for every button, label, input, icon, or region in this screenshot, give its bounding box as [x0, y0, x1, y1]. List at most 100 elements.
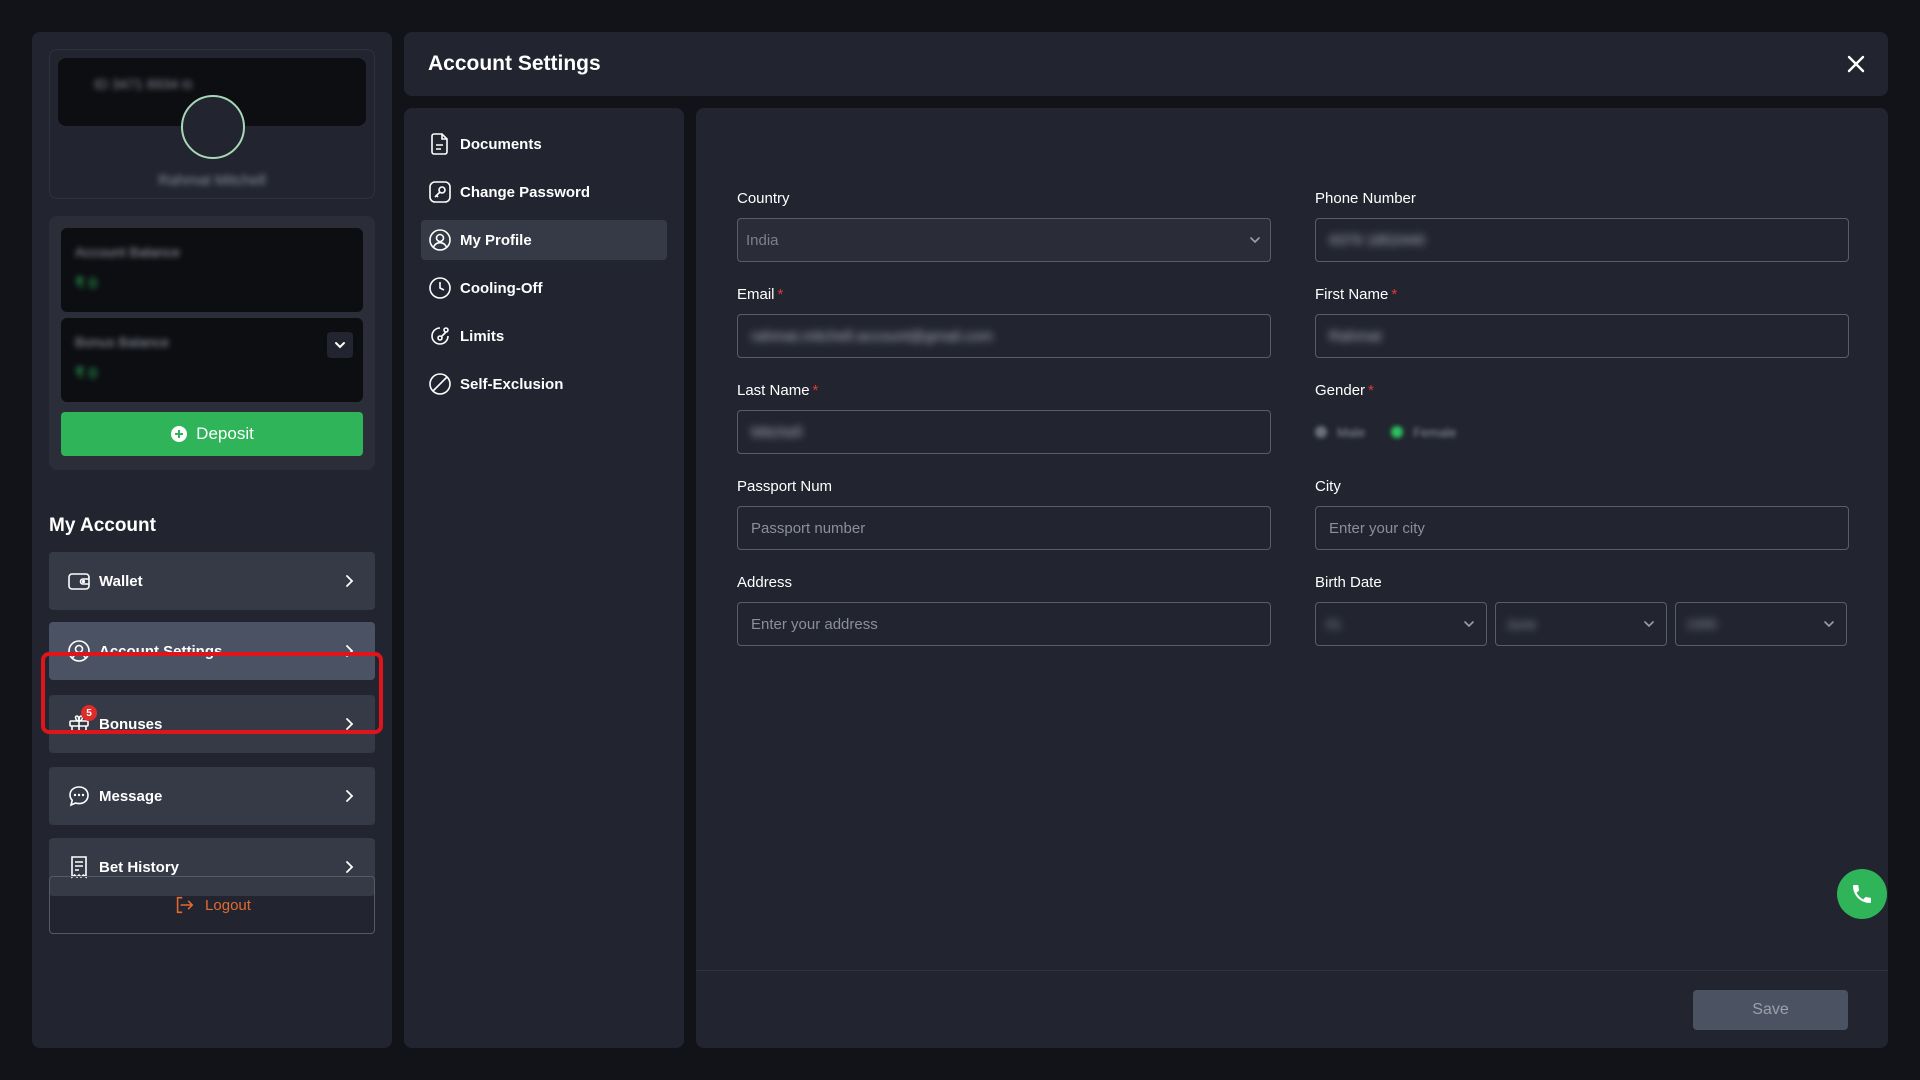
- phone-label: Phone Number: [1315, 190, 1416, 207]
- phone-icon: [1853, 885, 1871, 903]
- phone-value: 9379 1852440: [1329, 231, 1425, 249]
- address-placeholder: Enter your address: [751, 615, 878, 633]
- user-id[interactable]: ID 3471 8934 ⧉: [94, 76, 192, 93]
- address-label: Address: [737, 574, 793, 591]
- tab-self-exclusion[interactable]: Self-Exclusion: [421, 364, 667, 404]
- email-input[interactable]: rahmat.mitchell.account@gmail.com: [737, 314, 1271, 358]
- gender-radio-group: Male Female: [1315, 410, 1849, 454]
- phone-input[interactable]: 9379 1852440: [1315, 218, 1849, 262]
- tab-label: Cooling-Off: [460, 279, 543, 297]
- gender-label: Gender *: [1315, 382, 1374, 399]
- form-divider: [696, 970, 1888, 971]
- chevron-down-icon: [335, 342, 345, 349]
- sidebar-item-wallet[interactable]: Wallet: [49, 552, 375, 610]
- sidebar-item-bonuses[interactable]: 5 Bonuses: [49, 695, 375, 753]
- sidebar-item-label: Bet History: [99, 858, 180, 876]
- tab-cooling-off[interactable]: Cooling-Off: [421, 268, 667, 308]
- deposit-button[interactable]: Deposit: [61, 412, 363, 456]
- message-icon: [67, 784, 91, 808]
- chevron-down-icon: [1464, 621, 1474, 628]
- sidebar-item-label: Account Settings: [99, 642, 223, 660]
- sidebar-item-account-settings[interactable]: Account Settings: [49, 622, 375, 680]
- chevron-right-icon: [346, 861, 354, 873]
- gender-option-female: Female: [1413, 424, 1457, 440]
- last-name-label: Last Name *: [737, 382, 819, 399]
- ban-icon: [429, 373, 451, 395]
- tab-label: Limits: [460, 327, 505, 345]
- email-field: Email * rahmat.mitchell.account@gmail.com: [737, 286, 1271, 358]
- last-name-field: Last Name * Mitchell: [737, 382, 1271, 454]
- my-account-heading: My Account: [49, 515, 156, 536]
- account-balance-value: ₹ 0: [75, 275, 98, 292]
- passport-input[interactable]: Passport number: [737, 506, 1271, 550]
- wallet-icon: [67, 569, 91, 593]
- address-field: Address Enter your address: [737, 574, 1271, 646]
- page-title: Account Settings: [428, 52, 601, 75]
- gender-option-male: Male: [1337, 424, 1366, 440]
- settings-header: Account Settings: [404, 32, 1888, 96]
- profile-form: Country India Phone Number 9379 1852440 …: [696, 108, 1888, 1048]
- email-label: Email *: [737, 286, 784, 303]
- chevron-down-icon: [1824, 621, 1834, 628]
- user-circle-icon: [429, 229, 451, 251]
- birth-month-select[interactable]: June: [1495, 602, 1667, 646]
- avatar[interactable]: [181, 95, 245, 159]
- country-value: India: [746, 231, 779, 249]
- close-icon[interactable]: [1846, 54, 1866, 74]
- birth-year-select[interactable]: 1995: [1675, 602, 1847, 646]
- email-value: rahmat.mitchell.account@gmail.com: [751, 327, 993, 345]
- tab-label: Self-Exclusion: [460, 375, 564, 393]
- chevron-right-icon: [346, 645, 354, 657]
- document-icon: [431, 133, 448, 155]
- support-call-button[interactable]: [1837, 869, 1887, 919]
- tab-my-profile[interactable]: My Profile: [421, 220, 667, 260]
- sidebar-item-label: Bonuses: [99, 715, 163, 733]
- sidebar: ID 3471 8934 ⧉ Rahmat Mitchell Account B…: [32, 32, 392, 1048]
- bonus-balance-box: Bonus Balance ₹ 0: [61, 318, 363, 402]
- tab-limits[interactable]: Limits: [421, 316, 667, 356]
- key-icon: [429, 181, 451, 203]
- balance-expand-button[interactable]: [327, 332, 353, 358]
- tab-label: Documents: [460, 135, 542, 153]
- passport-placeholder: Passport number: [751, 519, 866, 537]
- gender-radio-male[interactable]: [1315, 426, 1327, 438]
- gender-radio-female[interactable]: [1391, 426, 1404, 438]
- chevron-right-icon: [346, 718, 354, 730]
- city-input[interactable]: Enter your city: [1315, 506, 1849, 550]
- logout-icon: [176, 896, 194, 914]
- tab-change-password[interactable]: Change Password: [421, 172, 667, 212]
- country-label: Country: [737, 190, 790, 207]
- first-name-field: First Name * Rahmat: [1315, 286, 1849, 358]
- logout-label: Logout: [205, 896, 251, 914]
- settings-nav: Documents Change Password My Profile Coo…: [404, 108, 684, 1048]
- tab-documents[interactable]: Documents: [421, 124, 667, 164]
- logout-button[interactable]: Logout: [49, 876, 375, 934]
- birth-date-selects: 01 June 1995: [1315, 602, 1849, 646]
- first-name-label: First Name *: [1315, 286, 1398, 303]
- tab-label: Change Password: [460, 183, 591, 201]
- address-input[interactable]: Enter your address: [737, 602, 1271, 646]
- bonus-balance-value: ₹ 0: [75, 365, 98, 382]
- account-balance-label: Account Balance: [75, 244, 181, 260]
- first-name-input[interactable]: Rahmat: [1315, 314, 1849, 358]
- city-label: City: [1315, 478, 1341, 495]
- gift-icon: 5: [67, 705, 97, 736]
- chevron-right-icon: [346, 575, 354, 587]
- profile-name: Rahmat Mitchell: [158, 172, 266, 189]
- passport-label: Passport Num: [737, 478, 833, 495]
- last-name-input[interactable]: Mitchell: [737, 410, 1271, 454]
- sidebar-item-message[interactable]: Message: [49, 767, 375, 825]
- save-button[interactable]: Save: [1693, 990, 1848, 1030]
- sidebar-item-label: Message: [99, 787, 163, 805]
- country-field: Country India: [737, 190, 1271, 262]
- gender-field: Gender * Male Female: [1315, 382, 1849, 454]
- birth-day-select[interactable]: 01: [1315, 602, 1487, 646]
- first-name-value: Rahmat: [1329, 327, 1382, 345]
- country-select[interactable]: India: [737, 218, 1271, 262]
- last-name-value: Mitchell: [751, 423, 802, 441]
- birth-date-field: Birth Date 01 June 1995: [1315, 574, 1849, 646]
- chevron-down-icon: [1644, 621, 1654, 628]
- city-placeholder: Enter your city: [1329, 519, 1425, 537]
- plus-circle-icon: [171, 426, 188, 442]
- birth-date-label: Birth Date: [1315, 574, 1382, 591]
